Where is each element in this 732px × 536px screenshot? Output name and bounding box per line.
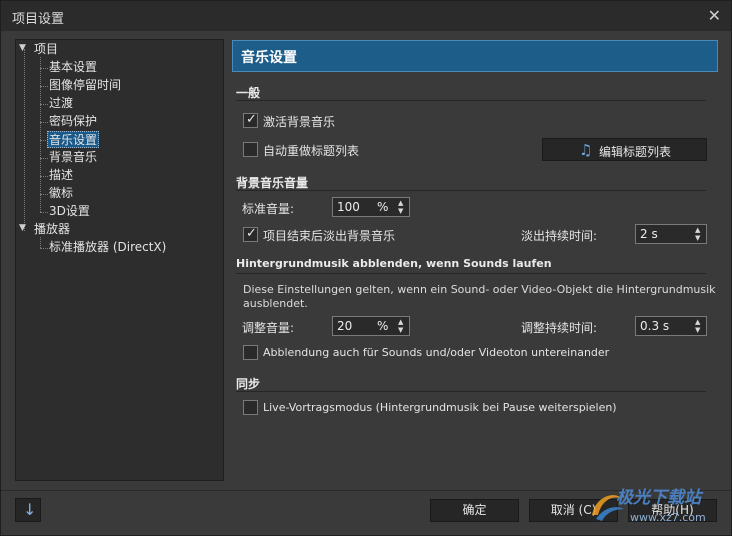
- watermark: 极光下载站 www.xz7.com: [586, 481, 731, 535]
- window-title: 项目设置: [12, 12, 65, 27]
- tree-guide: [40, 122, 48, 123]
- auto-remake-label: 自动重做标题列表: [263, 144, 360, 158]
- spinner-arrows[interactable]: ▲ ▼: [396, 198, 408, 216]
- spin-up-icon[interactable]: ▲: [398, 319, 403, 326]
- ok-button[interactable]: 确定: [430, 499, 519, 522]
- standard-volume-value: 100: [337, 200, 360, 214]
- tree-guide: [40, 68, 48, 69]
- activate-bg-music-checkbox[interactable]: ✓: [243, 112, 258, 128]
- tree-item-logo[interactable]: 徽标: [49, 185, 73, 202]
- tree-guide: [40, 176, 48, 177]
- fade-duration-value: 2 s: [640, 227, 658, 241]
- watermark-url: www.xz7.com: [630, 511, 706, 524]
- tree-guide: [40, 212, 48, 213]
- mutual-ducking-label: Abblendung auch für Sounds und/oder Vide…: [263, 346, 610, 359]
- adjust-volume-value: 20: [337, 319, 353, 333]
- section-volume-title: 背景音乐音量: [236, 176, 309, 190]
- edit-titlelist-button[interactable]: ♫ 编辑标题列表: [542, 138, 707, 161]
- tree-item-music-settings[interactable]: 音乐设置: [47, 131, 100, 148]
- ducking-description-line2: ausblendet.: [243, 297, 308, 310]
- auto-remake-checkbox[interactable]: [243, 142, 258, 157]
- tree-guide: [40, 57, 41, 212]
- section-ducking-title: Hintergrundmusik abblenden, wenn Sounds …: [236, 257, 552, 270]
- spinner-arrows[interactable]: ▲ ▼: [693, 225, 705, 243]
- spinner-arrows[interactable]: ▲ ▼: [693, 317, 705, 335]
- mutual-ducking-checkbox[interactable]: [243, 345, 258, 360]
- close-icon[interactable]: ✕: [708, 6, 721, 25]
- tree-item-project[interactable]: 项目: [34, 41, 58, 58]
- check-icon: ✓: [246, 226, 257, 241]
- activate-bg-music-label: 激活背景音乐: [263, 115, 336, 129]
- section-general-title: 一般: [236, 86, 261, 100]
- tree-item-standard-player[interactable]: 标准播放器 (DirectX): [49, 239, 166, 256]
- tree-item-password[interactable]: 密码保护: [49, 113, 97, 130]
- expand-icon[interactable]: ▼: [19, 223, 26, 233]
- tree-guide: [40, 86, 48, 87]
- spin-down-icon[interactable]: ▼: [695, 235, 700, 242]
- watermark-text: 极光下载站: [616, 488, 701, 508]
- standard-volume-label: 标准音量:: [242, 202, 295, 216]
- tree-item-transition[interactable]: 过渡: [49, 95, 73, 112]
- tree-item-player[interactable]: 播放器: [34, 221, 70, 238]
- divider: [236, 273, 706, 274]
- adjust-volume-label: 调整音量:: [242, 321, 295, 335]
- spin-down-icon[interactable]: ▼: [695, 327, 700, 334]
- check-icon: ✓: [246, 112, 257, 127]
- tree-guide: [40, 104, 48, 105]
- spin-down-icon[interactable]: ▼: [398, 208, 403, 215]
- section-sync-title: 同步: [236, 377, 261, 391]
- tree-item-image-duration[interactable]: 图像停留时间: [49, 77, 121, 94]
- tree-guide: [40, 194, 48, 195]
- adjust-volume-spinner[interactable]: 20 % ▲ ▼: [332, 316, 410, 336]
- edit-titlelist-label: 编辑标题列表: [599, 145, 672, 159]
- settings-window: 项目设置 ✕ ▼ 项目 基本设置 图像停留时间 过渡 密码保护 音乐设置 背景音…: [0, 0, 732, 536]
- adjust-duration-spinner[interactable]: 0.3 s ▲ ▼: [635, 316, 707, 336]
- fade-duration-spinner[interactable]: 2 s ▲ ▼: [635, 224, 707, 244]
- standard-volume-spinner[interactable]: 100 % ▲ ▼: [332, 197, 410, 217]
- adjust-volume-unit: %: [377, 319, 389, 333]
- live-mode-checkbox[interactable]: [243, 400, 258, 415]
- fade-out-label: 项目结束后淡出背景音乐: [263, 229, 396, 243]
- tree-guide: [24, 49, 25, 231]
- fade-duration-label: 淡出持续时间:: [521, 229, 598, 243]
- music-note-icon: ♫: [579, 141, 593, 159]
- tree-guide: [40, 237, 41, 248]
- divider: [236, 391, 706, 392]
- live-mode-label: Live-Vortragsmodus (Hintergrundmusik bei…: [263, 401, 617, 414]
- standard-volume-unit: %: [377, 200, 389, 214]
- divider: [236, 190, 706, 191]
- title-bar: 项目设置 ✕: [1, 1, 731, 31]
- divider: [236, 100, 706, 101]
- spinner-arrows[interactable]: ▲ ▼: [396, 317, 408, 335]
- adjust-duration-label: 调整持续时间:: [521, 321, 598, 335]
- panel-title: 音乐设置: [241, 50, 297, 66]
- tree-item-description[interactable]: 描述: [49, 167, 73, 184]
- spin-up-icon[interactable]: ▲: [695, 227, 700, 234]
- expand-icon[interactable]: ▼: [19, 43, 26, 53]
- tree-guide: [40, 248, 48, 249]
- spin-up-icon[interactable]: ▲: [398, 200, 403, 207]
- down-arrow-icon: ↓: [23, 500, 37, 519]
- panel-header: 音乐设置: [232, 40, 718, 72]
- spin-up-icon[interactable]: ▲: [695, 319, 700, 326]
- ducking-description-line1: Diese Einstellungen gelten, wenn ein Sou…: [243, 283, 716, 296]
- fade-out-checkbox[interactable]: ✓: [243, 226, 258, 242]
- tree-item-3d[interactable]: 3D设置: [49, 203, 90, 220]
- spin-down-icon[interactable]: ▼: [398, 327, 403, 334]
- tree-item-background-music[interactable]: 背景音乐: [49, 149, 97, 166]
- project-tree: ▼ 项目 基本设置 图像停留时间 过渡 密码保护 音乐设置 背景音乐 描述 徽标…: [15, 39, 224, 481]
- adjust-duration-value: 0.3 s: [640, 319, 670, 333]
- tree-item-basic-settings[interactable]: 基本设置: [49, 59, 97, 76]
- tree-guide: [40, 158, 48, 159]
- down-arrow-button[interactable]: ↓: [15, 498, 41, 522]
